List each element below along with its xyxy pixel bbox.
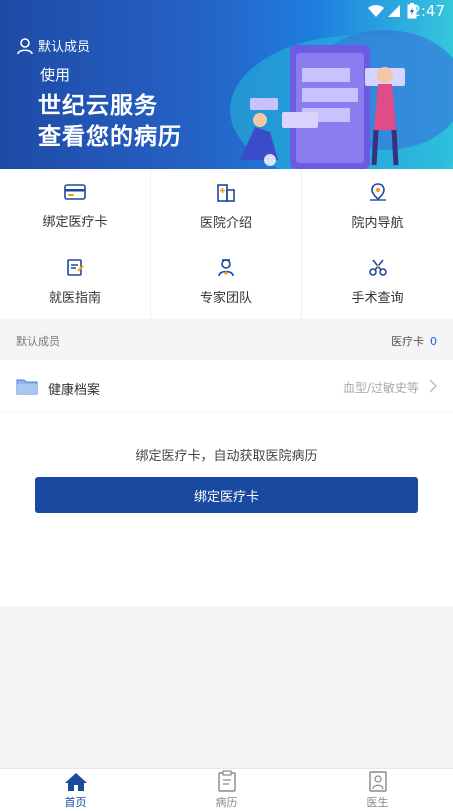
banner[interactable]: 2:47 默认成员 使用 世纪云服务 查看您的病历 (0, 0, 453, 169)
scissors-icon (368, 259, 387, 276)
folder-icon (16, 379, 38, 395)
signal-icon (388, 5, 400, 17)
grid-label: 医院介绍 (199, 216, 252, 231)
grid-label: 专家团队 (199, 291, 252, 306)
health-record-hint: 血型/过敏史等 (342, 381, 419, 395)
doctor-icon (218, 259, 234, 277)
doctor-profile-icon (368, 771, 387, 792)
card-label: 医疗卡 (391, 335, 424, 348)
grid-surgery-query[interactable]: 手术查询 (302, 244, 453, 319)
feature-grid: 绑定医疗卡 医院介绍 院内导航 就医指南 专家团队 手术查询 (0, 169, 453, 319)
wifi-icon (368, 4, 384, 17)
grid-label: 就医指南 (48, 291, 101, 306)
nav-label: 医生 (366, 796, 389, 809)
home-icon (64, 773, 87, 791)
grid-experts[interactable]: 专家团队 (151, 244, 302, 319)
section-member-label: 默认成员 (16, 335, 60, 348)
grid-label: 院内导航 (351, 216, 404, 231)
grid-label: 绑定医疗卡 (42, 215, 108, 230)
member-switch[interactable]: 默认成员 (16, 36, 90, 55)
bind-card-section: 绑定医疗卡，自动获取医院病历 绑定医疗卡 (0, 413, 453, 606)
bind-card-button[interactable]: 绑定医疗卡 (35, 477, 418, 513)
banner-slogan-small: 使用 (40, 66, 71, 84)
card-icon (64, 184, 86, 200)
status-time: 2:47 (411, 2, 445, 20)
banner-slogan-line1: 世纪云服务 (38, 93, 158, 119)
grid-guide[interactable]: 就医指南 (0, 244, 151, 319)
nav-home[interactable]: 首页 (0, 769, 151, 812)
banner-illustration (230, 30, 453, 169)
banner-slogan-line2: 查看您的病历 (38, 124, 182, 150)
nav-records[interactable]: 病历 (151, 769, 302, 812)
hospital-icon (217, 184, 235, 202)
member-section-header: 默认成员 医疗卡 0 (0, 320, 453, 360)
guide-icon (67, 259, 84, 276)
user-icon (17, 37, 33, 54)
health-record-title: 健康档案 (48, 383, 101, 398)
health-record-row[interactable]: 健康档案 血型/过敏史等 (0, 360, 453, 412)
card-count: 0 (430, 335, 437, 348)
grid-label: 手术查询 (351, 291, 404, 306)
grid-hospital-intro[interactable]: 医院介绍 (151, 169, 302, 244)
grid-bind-card[interactable]: 绑定医疗卡 (0, 169, 151, 244)
nav-label: 首页 (64, 796, 87, 809)
bind-card-message: 绑定医疗卡，自动获取医院病历 (135, 449, 318, 464)
chevron-right-icon (429, 379, 437, 393)
nav-doctors[interactable]: 医生 (302, 769, 453, 812)
record-icon (217, 770, 236, 792)
grid-navigation[interactable]: 院内导航 (302, 169, 453, 244)
nav-label: 病历 (215, 796, 238, 809)
bottom-nav: 首页 病历 医生 (0, 768, 453, 812)
card-count-link[interactable]: 医疗卡 0 (391, 333, 437, 349)
location-icon (369, 183, 386, 201)
member-name: 默认成员 (38, 40, 91, 55)
